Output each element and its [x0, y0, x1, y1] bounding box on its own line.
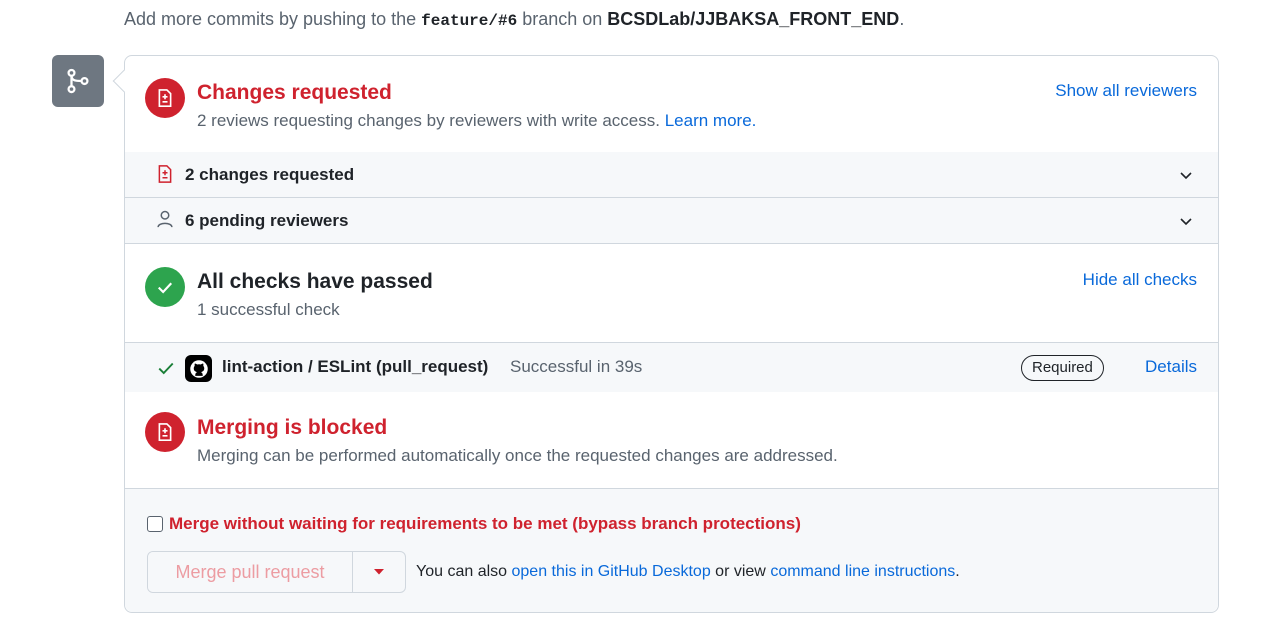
file-diff-icon — [155, 163, 175, 190]
merging-blocked-title: Merging is blocked — [197, 416, 388, 439]
reviews-description: 2 reviews requesting changes by reviewer… — [197, 111, 660, 130]
person-icon — [155, 209, 175, 234]
check-circle-icon — [145, 267, 185, 307]
merging-blocked-section: Merging is blocked Merging can be perfor… — [125, 392, 1218, 488]
file-diff-icon — [145, 78, 185, 118]
changes-requested-count: 2 changes requested — [185, 165, 355, 184]
note-suffix: . — [899, 9, 905, 29]
bypass-checkbox[interactable] — [147, 516, 163, 532]
merge-options-dropdown[interactable] — [353, 552, 405, 592]
note-middle: branch on — [522, 9, 603, 29]
merge-button-group: Merge pull request — [147, 551, 406, 593]
pending-reviewers-count: 6 pending reviewers — [185, 211, 349, 230]
reviews-section: Changes requested 2 reviews requesting c… — [125, 56, 1218, 152]
branch-push-note: Add more commits by pushing to the featu… — [124, 9, 904, 30]
merging-blocked-desc: Merging can be performed automatically o… — [197, 446, 838, 465]
alt-suffix: . — [955, 563, 960, 580]
caret-down-icon — [374, 569, 384, 575]
bypass-label: Merge without waiting for requirements t… — [169, 514, 801, 533]
chevron-down-icon[interactable] — [1178, 213, 1194, 234]
note-prefix: Add more commits by pushing to the — [124, 9, 417, 29]
check-details-link[interactable]: Details — [1145, 357, 1197, 377]
merge-status-panel: Changes requested 2 reviews requesting c… — [112, 55, 1219, 613]
check-item: lint-action / ESLint (pull_request) Succ… — [125, 342, 1218, 392]
changes-requested-desc: 2 reviews requesting changes by reviewer… — [197, 111, 756, 131]
check-icon — [157, 359, 175, 382]
repo-name: BCSDLab/JJBAKSA_FRONT_END — [607, 9, 900, 29]
show-all-reviewers-link[interactable]: Show all reviewers — [1055, 81, 1197, 101]
changes-requested-row[interactable]: 2 changes requested — [125, 152, 1218, 198]
alt-prefix: You can also — [416, 563, 508, 580]
bypass-protections-option[interactable]: Merge without waiting for requirements t… — [147, 514, 801, 534]
check-name: lint-action / ESLint (pull_request) — [222, 357, 489, 376]
github-actions-avatar — [185, 355, 212, 382]
merge-pull-request-button[interactable]: Merge pull request — [148, 552, 353, 592]
checks-section: All checks have passed 1 successful chec… — [125, 245, 1218, 342]
check-status: Successful in 39s — [510, 357, 643, 376]
chevron-down-icon[interactable] — [1178, 167, 1194, 188]
github-desktop-link[interactable]: open this in GitHub Desktop — [512, 563, 711, 580]
branch-name: feature/#6 — [421, 12, 518, 30]
alt-middle: or view — [715, 563, 766, 580]
merge-footer: Merge without waiting for requirements t… — [125, 488, 1218, 612]
changes-requested-title: Changes requested — [197, 81, 392, 104]
learn-more-link[interactable]: Learn more. — [665, 111, 757, 130]
pending-reviewers-row[interactable]: 6 pending reviewers — [125, 198, 1218, 244]
file-diff-icon — [145, 412, 185, 452]
hide-all-checks-link[interactable]: Hide all checks — [1083, 270, 1197, 290]
git-merge-icon — [52, 55, 104, 107]
alternative-merge-text: You can also open this in GitHub Desktop… — [416, 563, 960, 581]
checks-passed-title: All checks have passed — [197, 270, 433, 293]
command-line-link[interactable]: command line instructions — [770, 563, 955, 580]
required-badge: Required — [1021, 355, 1104, 381]
checks-summary: 1 successful check — [197, 300, 340, 319]
